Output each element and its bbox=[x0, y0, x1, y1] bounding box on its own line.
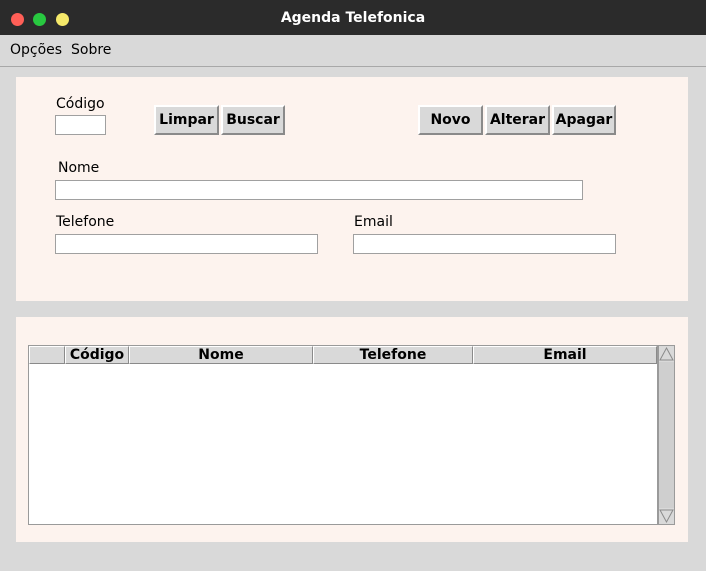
column-header-tree[interactable] bbox=[29, 346, 65, 364]
codigo-label: Código bbox=[56, 96, 105, 112]
nome-label: Nome bbox=[58, 160, 100, 176]
telefone-label: Telefone bbox=[56, 214, 115, 230]
triangle-down-icon bbox=[659, 509, 674, 524]
email-field[interactable] bbox=[353, 234, 616, 254]
scroll-down-arrow-icon[interactable] bbox=[659, 508, 674, 524]
novo-button[interactable]: Novo bbox=[418, 105, 483, 135]
contacts-table[interactable]: Código Nome Telefone Email bbox=[28, 345, 658, 525]
alterar-button[interactable]: Alterar bbox=[485, 105, 550, 135]
column-header-nome[interactable]: Nome bbox=[129, 346, 313, 364]
email-label: Email bbox=[354, 214, 393, 230]
menu-opcoes[interactable]: Opções bbox=[10, 42, 62, 58]
nome-field[interactable] bbox=[55, 180, 583, 200]
column-header-email[interactable]: Email bbox=[473, 346, 657, 364]
scroll-up-arrow-icon[interactable] bbox=[659, 346, 674, 362]
vertical-scrollbar[interactable] bbox=[658, 345, 675, 525]
telefone-field[interactable] bbox=[55, 234, 318, 254]
column-header-telefone[interactable]: Telefone bbox=[313, 346, 473, 364]
limpar-button[interactable]: Limpar bbox=[154, 105, 219, 135]
title-bar: Agenda Telefonica bbox=[0, 0, 706, 35]
apagar-button[interactable]: Apagar bbox=[552, 105, 616, 135]
buscar-button[interactable]: Buscar bbox=[221, 105, 285, 135]
codigo-field[interactable] bbox=[55, 115, 106, 135]
window-title: Agenda Telefonica bbox=[280, 10, 426, 26]
menu-sobre[interactable]: Sobre bbox=[71, 42, 111, 58]
menu-bar: Opções Sobre bbox=[0, 35, 706, 67]
column-header-codigo[interactable]: Código bbox=[65, 346, 129, 364]
triangle-up-icon bbox=[659, 346, 674, 361]
